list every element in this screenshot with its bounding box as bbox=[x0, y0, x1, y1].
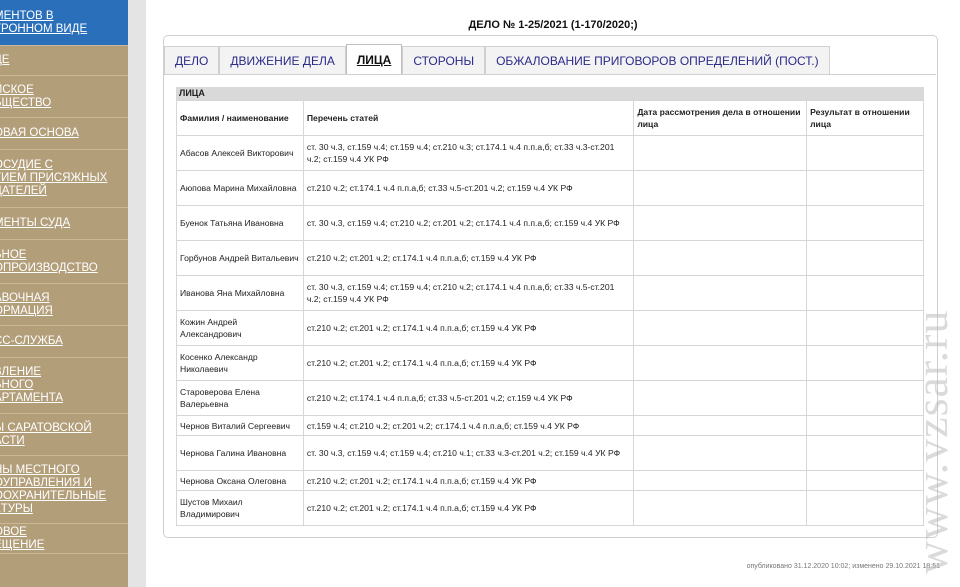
cell-articles: ст.210 ч.2; ст.201 ч.2; ст.174.1 ч.4 п.п… bbox=[302, 490, 635, 526]
case-title: ДЕЛО № 1-25/2021 (1-170/2020;) bbox=[468, 19, 638, 31]
cell-date bbox=[633, 205, 808, 241]
cell-articles: ст.210 ч.2; ст.174.1 ч.4 п.п.а,б; ст.33 … bbox=[302, 170, 635, 206]
cell-date bbox=[633, 380, 808, 416]
table-row: Горбунов Андрей Витальевич ст.210 ч.2; ст… bbox=[176, 240, 924, 276]
table-row: Буенок Татьяна Ивановна ст. 30 ч.3, ст.15… bbox=[176, 205, 924, 241]
table-row: Аюпова Марина Михайловна ст.210 ч.2; ст.1… bbox=[176, 170, 924, 206]
cell-date bbox=[633, 490, 808, 526]
cell-name: Чернова Галина Ивановна bbox=[176, 435, 304, 471]
cell-date bbox=[633, 310, 808, 346]
table-row: Кожин Андрей Александрович ст.210 ч.2; ст… bbox=[176, 310, 924, 346]
cell-name: Аюпова Марина Михайловна bbox=[176, 170, 304, 206]
sidebar-item[interactable]: СС-СЛУЖБА bbox=[0, 326, 128, 358]
cell-result bbox=[806, 170, 924, 206]
cell-date bbox=[633, 435, 808, 471]
cell-articles: ст.210 ч.2; ст.174.1 ч.4 п.п.а,б; ст.33 … bbox=[302, 380, 635, 416]
cell-name: Кожин Андрей Александрович bbox=[176, 310, 304, 346]
table-row: Абасов Алексей Викторович ст. 30 ч.3, ст.… bbox=[176, 135, 924, 171]
header-result: Результат в отношении лица bbox=[806, 100, 924, 136]
cell-date bbox=[633, 170, 808, 206]
sidebar-item[interactable]: БНОЕ ОПРОИЗВОДСТВО bbox=[0, 240, 128, 284]
persons-table: Фамилия / наименование Перечень статей Д… bbox=[176, 100, 924, 526]
sidebar-item[interactable]: АВОЧНАЯ ОРМАЦИЯ bbox=[0, 284, 128, 326]
header-date: Дата рассмотрения дела в отношении лица bbox=[633, 100, 808, 136]
sidebar-item[interactable]: НЫ МЕСТНОГО ОУПРАВЛЕНИЯ И ООХРАНИТЕЛЬНЫЕ… bbox=[0, 456, 128, 524]
table-header-row: Фамилия / наименование Перечень статей Д… bbox=[176, 100, 924, 136]
publication-note: опубликовано 31.12.2020 10:02; изменено … bbox=[746, 563, 940, 570]
watermark-logo: www.vzsar.ru bbox=[906, 309, 957, 574]
table-row: Чернова Оксана Олеговна ст.210 ч.2; ст.20… bbox=[176, 470, 924, 491]
cell-name: Чернов Виталий Сергеевич bbox=[176, 415, 304, 436]
cell-date bbox=[633, 275, 808, 311]
table-row: Чернова Галина Ивановна ст. 30 ч.3, ст.15… bbox=[176, 435, 924, 471]
sidebar-gutter bbox=[128, 0, 146, 587]
case-tabs: ДЕЛО ДВИЖЕНИЕ ДЕЛА ЛИЦА СТОРОНЫ ОБЖАЛОВАНИЕ … bbox=[164, 44, 830, 75]
tab-0[interactable]: ДЕЛО bbox=[164, 46, 220, 75]
sidebar-item[interactable]: МЕНТОВ В ТРОННОМ ВИДЕ bbox=[0, 0, 128, 46]
cell-date bbox=[633, 345, 808, 381]
cell-articles: ст.159 ч.4; ст.210 ч.2; ст.201 ч.2; ст.1… bbox=[302, 415, 635, 436]
cell-result bbox=[806, 205, 924, 241]
cell-date bbox=[633, 415, 808, 436]
cell-date bbox=[633, 240, 808, 276]
header-articles: Перечень статей bbox=[302, 100, 635, 136]
cell-articles: ст. 30 ч.3, ст.159 ч.4; ст.159 ч.4; ст.2… bbox=[302, 135, 635, 171]
tab-divider bbox=[164, 74, 936, 75]
cell-name: Абасов Алексей Викторович bbox=[176, 135, 304, 171]
cell-name: Иванова Яна Михайловна bbox=[176, 275, 304, 311]
table-row: Староверова Елена Валерьевна ст.210 ч.2; … bbox=[176, 380, 924, 416]
tab-2[interactable]: ЛИЦА bbox=[345, 44, 403, 75]
header-name: Фамилия / наименование bbox=[176, 100, 304, 136]
cell-name: Буенок Татьяна Ивановна bbox=[176, 205, 304, 241]
cell-result bbox=[806, 135, 924, 171]
sidebar-item[interactable]: ОВАЯ ОСНОВА bbox=[0, 118, 128, 150]
sidebar-item[interactable]: ОВОЕ ЕЩЕНИЕ bbox=[0, 524, 128, 554]
cell-articles: ст.210 ч.2; ст.201 ч.2; ст.174.1 ч.4 п.п… bbox=[302, 240, 635, 276]
sidebar-item[interactable]: МЕНТЫ СУДА bbox=[0, 208, 128, 240]
table-row: Шустов Михаил Владимирович ст.210 ч.2; ст… bbox=[176, 490, 924, 526]
sidebar-item[interactable]: ВЛЕНИЕ БНОГО АРТАМЕНТА bbox=[0, 358, 128, 414]
tab-1[interactable]: ДВИЖЕНИЕ ДЕЛА bbox=[219, 46, 346, 75]
tab-4[interactable]: ОБЖАЛОВАНИЕ ПРИГОВОРОВ ОПРЕДЕЛЕНИЙ (ПОСТ… bbox=[485, 46, 830, 75]
cell-articles: ст. 30 ч.3, ст.159 ч.4; ст.159 ч.4; ст.2… bbox=[302, 435, 635, 471]
table-row: Чернов Виталий Сергеевич ст.159 ч.4; ст.2… bbox=[176, 415, 924, 436]
cell-articles: ст. 30 ч.3, ст.159 ч.4; ст.210 ч.2; ст.2… bbox=[302, 205, 635, 241]
tab-3[interactable]: СТОРОНЫ bbox=[402, 46, 486, 75]
section-title: ЛИЦА bbox=[176, 87, 924, 100]
cell-articles: ст.210 ч.2; ст.201 ч.2; ст.174.1 ч.4 п.п… bbox=[302, 470, 635, 491]
sidebar-item[interactable]: ЙСКОЕ БЩЕСТВО bbox=[0, 76, 128, 118]
table-row: Косенко Александр Николаевич ст.210 ч.2; … bbox=[176, 345, 924, 381]
cell-articles: ст.210 ч.2; ст.201 ч.2; ст.174.1 ч.4 п.п… bbox=[302, 345, 635, 381]
sidebar-nav: МЕНТОВ В ТРОННОМ ВИДЕДЕЙСКОЕ БЩЕСТВООВАЯ… bbox=[0, 0, 128, 587]
cell-date bbox=[633, 470, 808, 491]
table-row: Иванова Яна Михайловна ст. 30 ч.3, ст.159… bbox=[176, 275, 924, 311]
cell-name: Староверова Елена Валерьевна bbox=[176, 380, 304, 416]
cell-name: Косенко Александр Николаевич bbox=[176, 345, 304, 381]
sidebar-item[interactable]: ДЕ bbox=[0, 46, 128, 76]
sidebar-item[interactable]: ОСУДИЕ С ТИЕМ ПРИСЯЖНЫХ ДАТЕЛЕЙ bbox=[0, 150, 128, 208]
cell-name: Чернова Оксана Олеговна bbox=[176, 470, 304, 491]
cell-date bbox=[633, 135, 808, 171]
sidebar-item[interactable]: Ы САРАТОВСКОЙ АСТИ bbox=[0, 414, 128, 456]
cell-articles: ст. 30 ч.3, ст.159 ч.4; ст.159 ч.4; ст.2… bbox=[302, 275, 635, 311]
cell-name: Горбунов Андрей Витальевич bbox=[176, 240, 304, 276]
cell-name: Шустов Михаил Владимирович bbox=[176, 490, 304, 526]
cell-articles: ст.210 ч.2; ст.201 ч.2; ст.174.1 ч.4 п.п… bbox=[302, 310, 635, 346]
